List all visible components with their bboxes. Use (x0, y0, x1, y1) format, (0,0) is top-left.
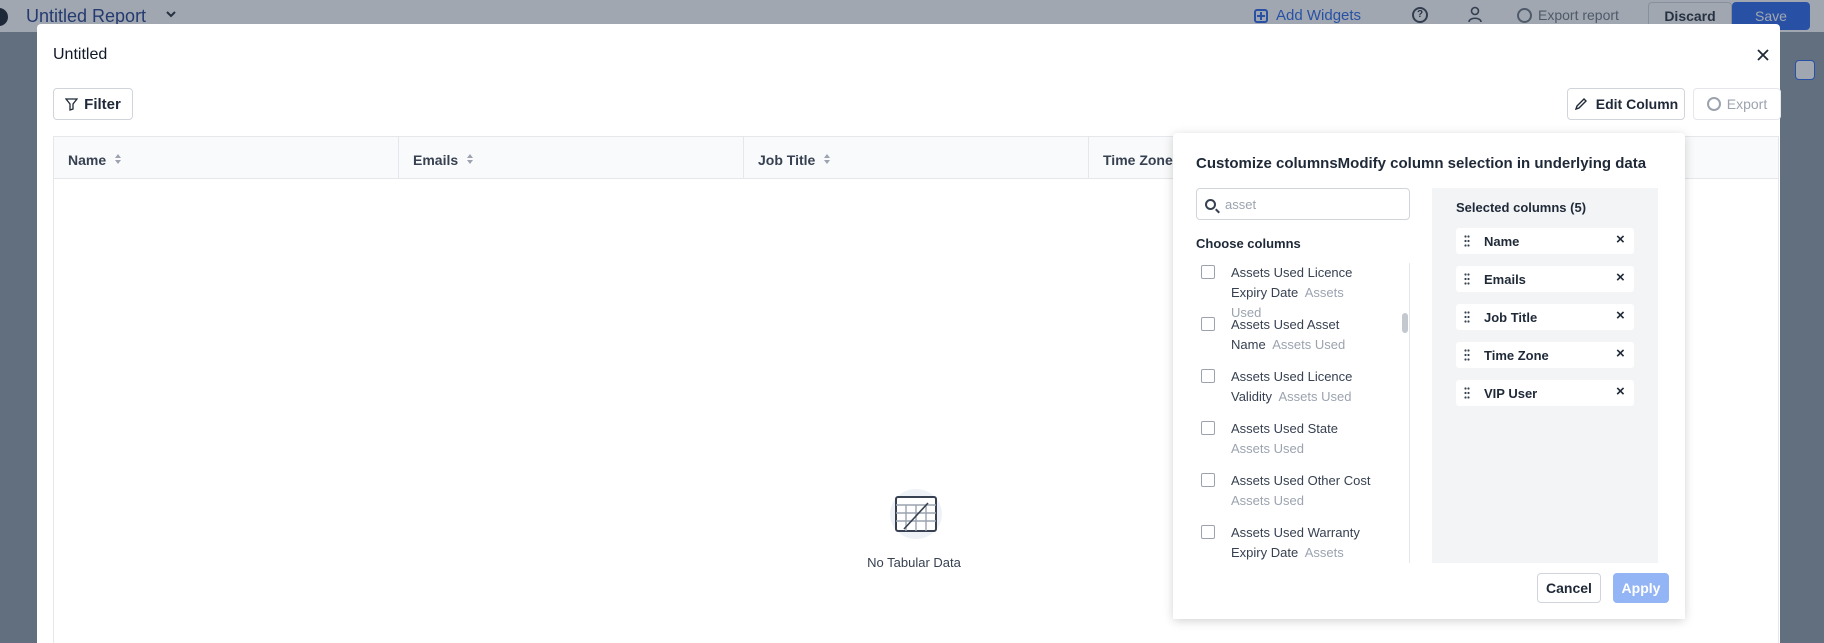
drag-handle-icon[interactable] (1464, 349, 1470, 361)
panel-title: Customize columnsModify column selection… (1196, 155, 1647, 172)
drag-handle-icon[interactable] (1464, 311, 1470, 323)
sort-icon[interactable] (114, 153, 122, 165)
export-button[interactable]: Export (1693, 88, 1781, 120)
dialog-title: Untitled (53, 46, 108, 63)
scrollbar-thumb[interactable] (1402, 313, 1408, 333)
drag-handle-icon[interactable] (1464, 235, 1470, 247)
column-header-name[interactable]: Name (54, 137, 399, 179)
pencil-icon (1574, 98, 1587, 111)
remove-icon[interactable]: × (1616, 345, 1625, 362)
column-header-job-title[interactable]: Job Title (744, 137, 1089, 179)
sort-icon[interactable] (823, 153, 831, 165)
column-option[interactable]: Assets Used Licence Validity Assets Used (1201, 367, 1376, 407)
checkbox[interactable] (1201, 265, 1215, 279)
selected-column-chip[interactable]: Name × (1456, 228, 1634, 254)
selected-column-chip[interactable]: Time Zone × (1456, 342, 1634, 368)
filter-button[interactable]: Filter (53, 88, 133, 120)
sort-icon[interactable] (466, 153, 474, 165)
column-option[interactable]: Assets Used Licence Expiry Date Assets U… (1201, 263, 1376, 323)
search-input[interactable] (1225, 193, 1405, 215)
checkbox[interactable] (1201, 317, 1215, 331)
column-option[interactable]: Assets Used Asset Name Assets Used (1201, 315, 1376, 355)
column-header-emails[interactable]: Emails (399, 137, 744, 179)
drag-handle-icon[interactable] (1464, 387, 1470, 399)
selected-column-chip[interactable]: VIP User × (1456, 380, 1634, 406)
column-option[interactable]: Assets Used Warranty Expiry Date Assets … (1201, 523, 1376, 563)
checkbox[interactable] (1201, 525, 1215, 539)
remove-icon[interactable]: × (1616, 383, 1625, 400)
selected-columns-title: Selected columns (5) (1456, 200, 1587, 215)
remove-icon[interactable]: × (1616, 231, 1625, 248)
column-option[interactable]: Assets Used State Assets Used (1201, 419, 1376, 459)
apply-button[interactable]: Apply (1613, 573, 1669, 603)
selected-column-chip[interactable]: Emails × (1456, 266, 1634, 292)
search-icon (1205, 199, 1216, 210)
options-scrollbar[interactable] (1398, 263, 1410, 563)
selected-columns-box: Selected columns (5) Name × Emails × Job… (1432, 188, 1658, 563)
choose-columns-label: Choose columns (1196, 236, 1301, 251)
column-options-list: Assets Used Licence Expiry Date Assets U… (1201, 263, 1401, 563)
selected-column-chip[interactable]: Job Title × (1456, 304, 1634, 330)
checkbox[interactable] (1201, 473, 1215, 487)
remove-icon[interactable]: × (1616, 307, 1625, 324)
cancel-button[interactable]: Cancel (1537, 573, 1601, 603)
checkbox[interactable] (1201, 421, 1215, 435)
edit-column-button[interactable]: Edit Column (1567, 88, 1685, 120)
customize-columns-panel: Customize columnsModify column selection… (1173, 133, 1685, 619)
empty-table-icon (890, 489, 942, 539)
checkbox[interactable] (1201, 369, 1215, 383)
column-search[interactable] (1196, 188, 1410, 220)
panel-footer: Cancel Apply (1173, 563, 1685, 619)
export-icon (1706, 97, 1721, 111)
remove-icon[interactable]: × (1616, 269, 1625, 286)
drag-handle-icon[interactable] (1464, 273, 1470, 285)
column-option[interactable]: Assets Used Other Cost Assets Used (1201, 471, 1376, 511)
close-icon[interactable] (1754, 46, 1772, 64)
empty-state-text: No Tabular Data (867, 555, 961, 570)
filter-icon (65, 97, 79, 111)
